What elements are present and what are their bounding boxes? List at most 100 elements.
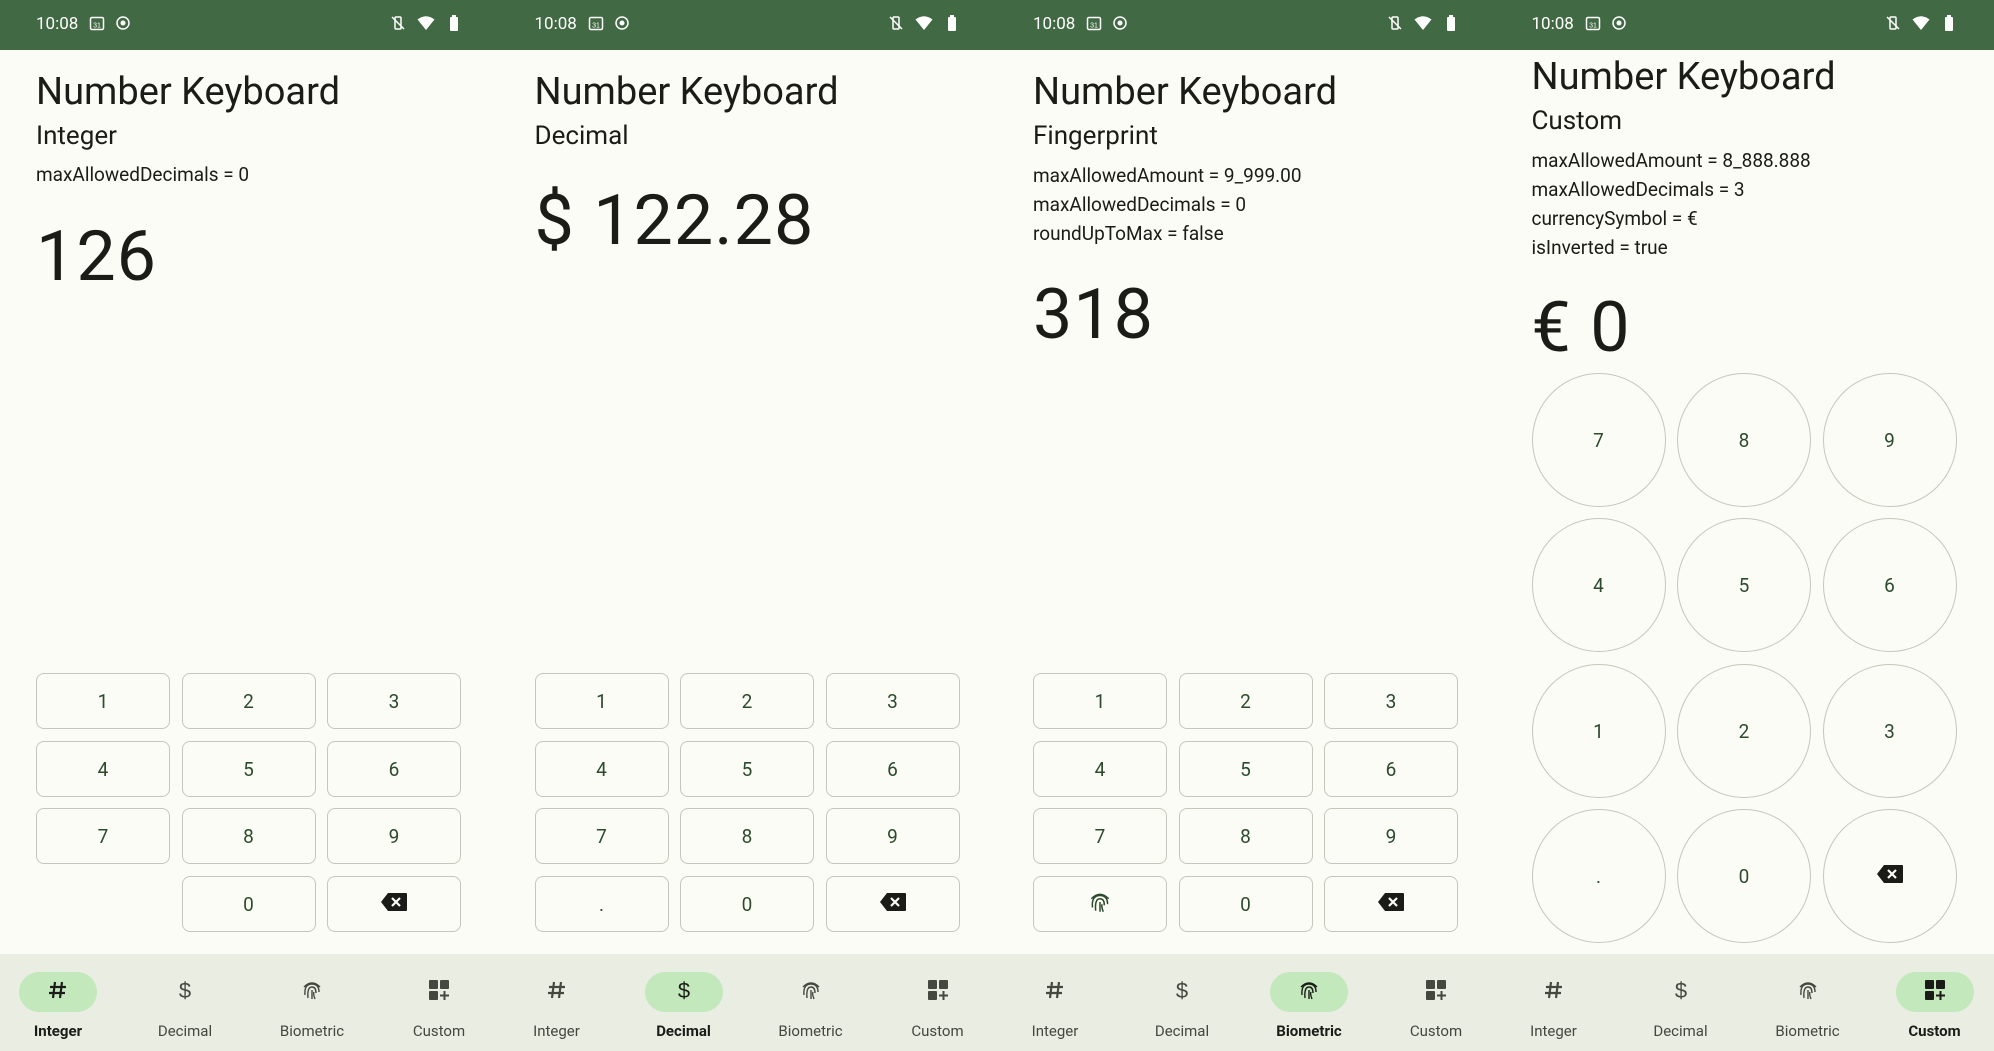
- key-8[interactable]: 8: [1677, 373, 1811, 507]
- key-7[interactable]: 7: [534, 808, 669, 864]
- key-5[interactable]: 5: [1178, 741, 1313, 797]
- key-2[interactable]: 2: [680, 673, 814, 729]
- page-title: Number Keyboard: [36, 70, 341, 114]
- key-4[interactable]: 4: [36, 741, 170, 797]
- key-backspace[interactable]: [825, 876, 960, 932]
- key-0[interactable]: 0: [1677, 809, 1811, 943]
- nav-item-custom[interactable]: Custom: [1885, 972, 1985, 1040]
- key-0[interactable]: 0: [181, 876, 316, 932]
- nav-indicator: [1895, 972, 1974, 1012]
- hash-icon: [546, 979, 568, 1005]
- key-1[interactable]: 1: [534, 673, 669, 729]
- nav-item-custom[interactable]: Custom: [389, 972, 489, 1040]
- key-2[interactable]: 2: [1178, 673, 1313, 729]
- key-9[interactable]: 9: [1324, 808, 1458, 864]
- nav-indicator: [518, 972, 596, 1012]
- key-9[interactable]: 9: [327, 808, 461, 864]
- nav-item-biometric[interactable]: Biometric: [1758, 972, 1858, 1040]
- nav-label: Decimal: [1154, 1022, 1210, 1040]
- nav-item-decimal[interactable]: $ Decimal: [1132, 972, 1232, 1040]
- nav-item-custom[interactable]: Custom: [1386, 972, 1486, 1040]
- key-3[interactable]: 3: [327, 673, 461, 729]
- nav-label: Biometric: [1276, 1022, 1342, 1040]
- calendar-icon: 31: [1085, 14, 1103, 32]
- key-0[interactable]: 0: [680, 876, 814, 932]
- svg-text:31: 31: [93, 23, 101, 30]
- nav-item-biometric[interactable]: Biometric: [1259, 972, 1359, 1040]
- page-title: Number Keyboard: [534, 70, 839, 114]
- status-bar: 10:08 31: [0, 0, 499, 50]
- key-4[interactable]: 4: [1033, 741, 1167, 797]
- key-backspace[interactable]: [1324, 876, 1458, 932]
- key-8[interactable]: 8: [181, 808, 316, 864]
- nav-item-integer[interactable]: Integer: [1504, 972, 1604, 1040]
- key-8[interactable]: 8: [1178, 808, 1313, 864]
- key-fingerprint[interactable]: [1033, 876, 1167, 932]
- nav-indicator: [1769, 972, 1847, 1012]
- key-6[interactable]: 6: [1324, 741, 1458, 797]
- nav-indicator: [772, 972, 850, 1012]
- config-line: maxAllowedDecimals = 0: [1033, 193, 1247, 216]
- status-bar: 10:08 31: [1495, 0, 1994, 50]
- page-title: Number Keyboard: [1033, 70, 1338, 114]
- key-1[interactable]: 1: [36, 673, 170, 729]
- svg-text:$: $: [1176, 978, 1188, 1002]
- key-5[interactable]: 5: [181, 741, 316, 797]
- status-time: 10:08: [1531, 14, 1574, 34]
- key-backspace[interactable]: [1822, 809, 1957, 943]
- amount-display: 318: [1033, 274, 1155, 356]
- nav-item-biometric[interactable]: Biometric: [761, 972, 861, 1040]
- key-5[interactable]: 5: [680, 741, 814, 797]
- key-decimal-point[interactable]: .: [1531, 809, 1666, 943]
- battery-icon: [1940, 14, 1958, 32]
- wifi-icon: [915, 14, 933, 32]
- nav-item-custom[interactable]: Custom: [888, 972, 988, 1040]
- calendar-icon: 31: [587, 14, 605, 32]
- vibrate-off-icon: [887, 14, 905, 32]
- key-6[interactable]: 6: [1822, 518, 1957, 652]
- key-7[interactable]: 7: [1531, 373, 1666, 507]
- key-4[interactable]: 4: [1531, 518, 1666, 652]
- svg-text:$: $: [677, 978, 689, 1002]
- key-6[interactable]: 6: [327, 741, 461, 797]
- svg-text:$: $: [1674, 978, 1686, 1002]
- key-6[interactable]: 6: [825, 741, 960, 797]
- nav-label: Biometric: [279, 1022, 345, 1040]
- key-decimal-point[interactable]: .: [534, 876, 669, 932]
- nav-item-decimal[interactable]: $ Decimal: [634, 972, 734, 1040]
- key-7[interactable]: 7: [1033, 808, 1167, 864]
- nav-item-decimal[interactable]: $ Decimal: [1631, 972, 1731, 1040]
- key-3[interactable]: 3: [1324, 673, 1458, 729]
- key-0[interactable]: 0: [1178, 876, 1313, 932]
- key-9[interactable]: 9: [825, 808, 960, 864]
- nav-item-integer[interactable]: Integer: [507, 972, 607, 1040]
- key-3[interactable]: 3: [1822, 664, 1957, 798]
- key-3[interactable]: 3: [825, 673, 960, 729]
- fingerprint-icon: [799, 978, 823, 1006]
- nav-label: Decimal: [1653, 1022, 1708, 1040]
- nav-indicator: $: [146, 972, 224, 1012]
- nav-indicator: [19, 972, 97, 1012]
- status-bar: 10:08 31: [498, 0, 997, 50]
- key-2[interactable]: 2: [181, 673, 316, 729]
- key-7[interactable]: 7: [36, 808, 170, 864]
- nav-item-integer[interactable]: Integer: [8, 972, 108, 1040]
- key-1[interactable]: 1: [1531, 664, 1666, 798]
- nav-item-integer[interactable]: Integer: [1005, 972, 1105, 1040]
- nav-label: Integer: [33, 1022, 83, 1040]
- config-line: maxAllowedDecimals = 3: [1531, 178, 1745, 201]
- bottom-navigation: Integer $ Decimal Biometric Custom: [0, 954, 499, 1051]
- nav-indicator: $: [1143, 972, 1221, 1012]
- key-backspace[interactable]: [327, 876, 461, 932]
- battery-icon: [943, 14, 961, 32]
- nav-item-biometric[interactable]: Biometric: [262, 972, 362, 1040]
- key-9[interactable]: 9: [1822, 373, 1957, 507]
- key-1[interactable]: 1: [1033, 673, 1167, 729]
- nav-item-decimal[interactable]: $ Decimal: [135, 972, 235, 1040]
- key-5[interactable]: 5: [1677, 518, 1811, 652]
- key-2[interactable]: 2: [1677, 664, 1811, 798]
- backspace-icon: [380, 892, 408, 917]
- key-8[interactable]: 8: [680, 808, 814, 864]
- key-4[interactable]: 4: [534, 741, 669, 797]
- battery-icon: [445, 14, 463, 32]
